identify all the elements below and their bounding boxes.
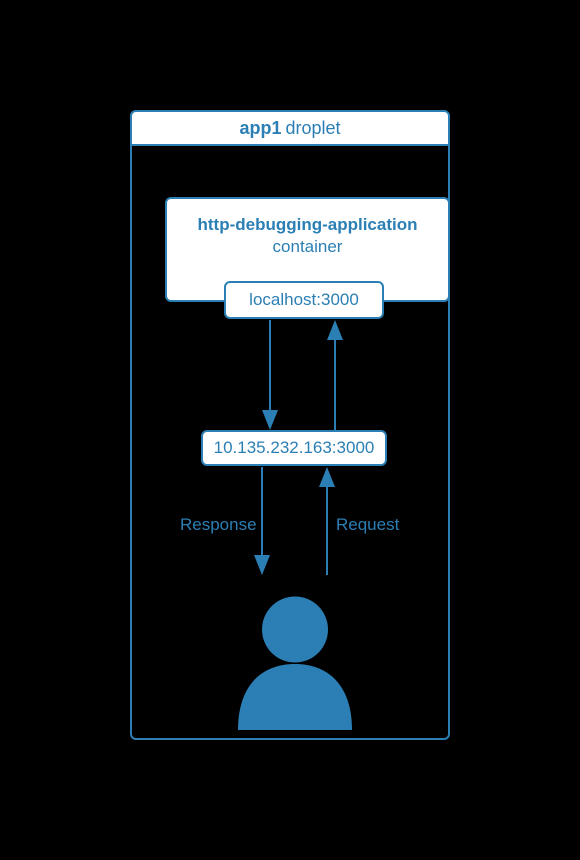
user-icon [220, 580, 370, 730]
arrow-localhost-to-ip [0, 0, 580, 860]
